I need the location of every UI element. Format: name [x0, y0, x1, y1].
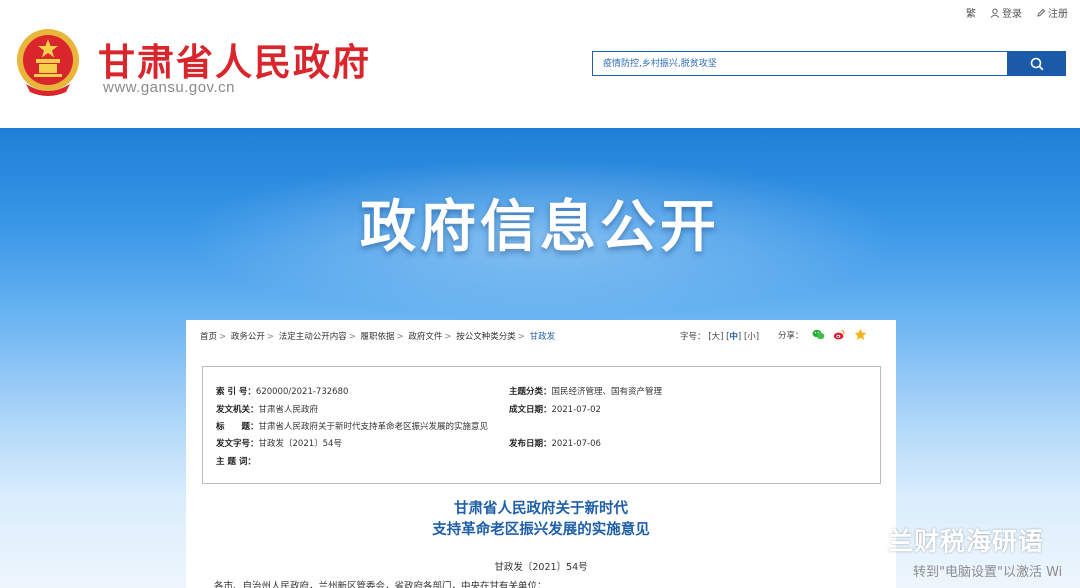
meta-category: 主题分类：国民经济管理、国有资产管理 — [509, 387, 663, 397]
meta-published-date: 发布日期：2021-07-06 — [509, 439, 601, 449]
search-button[interactable] — [1007, 51, 1066, 76]
breadcrumb-current[interactable]: 甘政发 — [530, 332, 556, 342]
breadcrumb-item[interactable]: 履职依据 — [361, 332, 395, 342]
document-recipients: 各市、自治州人民政府，兰州新区管委会，省政府各部门，中央在甘有关单位： — [214, 581, 547, 588]
document-title: 甘肃省人民政府关于新时代 支持革命老区振兴发展的实施意见 — [186, 499, 896, 541]
breadcrumb: 首页 > 政务公开 > 法定主动公开内容 > 履职依据 > 政府文件 > 按公文种类分类 >… — [200, 332, 556, 342]
traditional-chinese-link[interactable]: 繁 — [966, 5, 976, 20]
windows-activation-notice: 转到"电脑设置"以激活 Wi — [913, 565, 1063, 580]
document-title-line2: 支持革命老区振兴发展的实施意见 — [432, 522, 650, 538]
meta-keywords: 主 题 词： — [216, 457, 256, 467]
login-link[interactable]: 登录 — [990, 5, 1022, 20]
document-number: 甘政发〔2021〕54号 — [494, 562, 588, 573]
wechat-icon[interactable] — [812, 328, 825, 341]
site-url[interactable]: www.gansu.gov.cn — [103, 79, 235, 96]
weibo-icon[interactable] — [833, 328, 846, 341]
register-label: 注册 — [1048, 9, 1068, 20]
share-bar: 分享： — [778, 328, 867, 341]
favorite-star-icon[interactable] — [854, 328, 867, 341]
traditional-label: 繁 — [966, 9, 976, 20]
font-size-medium[interactable]: 中 — [729, 332, 738, 342]
site-header: 甘肃省人民政府 www.gansu.gov.cn 繁 登录 注册 — [0, 0, 1080, 128]
document-card: 首页 > 政务公开 > 法定主动公开内容 > 履职依据 > 政府文件 > 按公文种类分类 >… — [186, 320, 896, 588]
wechat-icon — [839, 526, 879, 554]
search-input[interactable] — [592, 51, 1008, 76]
document-title-line1: 甘肃省人民政府关于新时代 — [454, 501, 628, 517]
pencil-icon — [1037, 8, 1046, 17]
breadcrumb-item[interactable]: 首页 — [200, 332, 217, 342]
meta-index: 索 引 号：620000/2021-732680 — [216, 387, 349, 397]
national-emblem-icon — [17, 29, 79, 96]
login-label: 登录 — [1002, 9, 1022, 20]
font-size-small[interactable]: 小 — [747, 332, 756, 342]
top-links: 繁 登录 注册 — [966, 5, 1068, 20]
share-label: 分享： — [778, 330, 804, 341]
watermark-text: 兰财税海研语 — [888, 527, 1045, 556]
document-metadata: 索 引 号：620000/2021-732680 主题分类：国民经济管理、国有资… — [202, 366, 881, 484]
font-size-label: 字号： — [680, 332, 706, 342]
breadcrumb-item[interactable]: 法定主动公开内容 — [279, 332, 347, 342]
banner-title: 政府信息公开 — [360, 195, 720, 260]
meta-doc-number: 发文字号：甘政发〔2021〕54号 — [216, 439, 342, 449]
meta-issuer: 发文机关：甘肃省人民政府 — [216, 405, 319, 415]
site-name[interactable]: 甘肃省人民政府 — [98, 32, 371, 86]
meta-title: 标 题：甘肃省人民政府关于新时代支持革命老区振兴发展的实施意见 — [216, 422, 489, 432]
watermark: 兰财税海研语 — [838, 522, 1044, 558]
breadcrumb-item[interactable]: 政务公开 — [231, 332, 265, 342]
breadcrumb-item[interactable]: 按公文种类分类 — [456, 332, 516, 342]
search-icon — [1030, 57, 1043, 70]
register-link[interactable]: 注册 — [1036, 5, 1068, 20]
meta-created-date: 成文日期：2021-07-02 — [509, 405, 601, 415]
font-size-control: 字号： [大] [中] [小] — [680, 332, 760, 342]
breadcrumb-item[interactable]: 政府文件 — [408, 332, 442, 342]
user-icon — [990, 8, 1000, 18]
font-size-large[interactable]: 大 — [712, 332, 721, 342]
